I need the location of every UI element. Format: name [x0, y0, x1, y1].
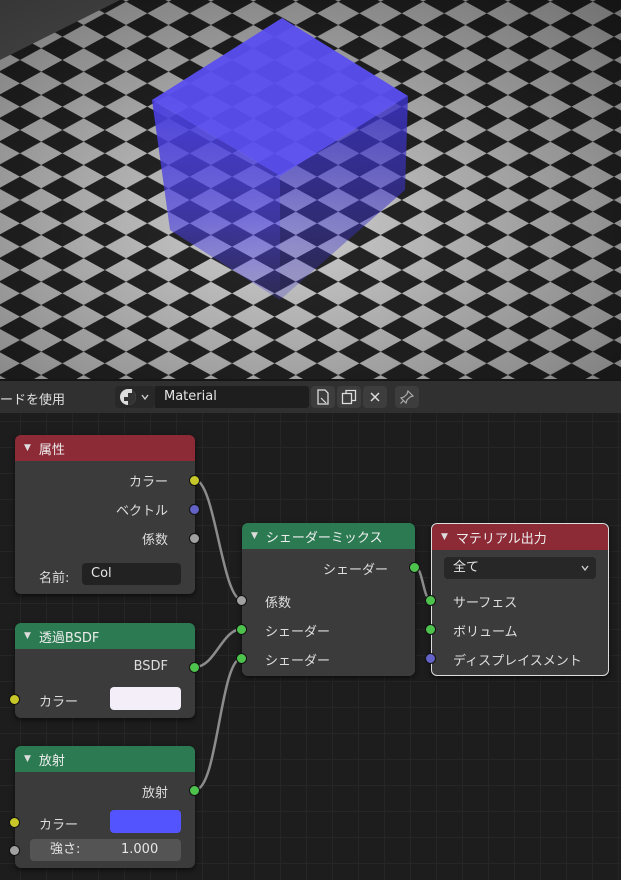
sphere-shading-icon: [120, 389, 136, 405]
output-input-volume-label: ボリューム: [453, 625, 518, 640]
mix-input-shader2-label: シェーダー: [265, 654, 331, 669]
output-target-value: 全て: [453, 560, 480, 575]
attribute-output-fac-label: 係数: [141, 533, 168, 548]
3d-viewport[interactable]: [0, 0, 621, 379]
emission-output-socket[interactable]: [189, 785, 200, 796]
emission-strength-label: 強さ:: [50, 842, 81, 857]
material-browse-button[interactable]: [115, 386, 155, 408]
mix-shader2-socket[interactable]: [236, 653, 247, 664]
transparent-color-input-socket[interactable]: [9, 694, 20, 705]
transparent-node-title: 透過BSDF: [38, 630, 100, 646]
transparent-bsdf-output-socket[interactable]: [189, 662, 200, 673]
mix-input-shader1-label: シェーダー: [265, 625, 331, 640]
emission-strength-input-socket[interactable]: [9, 845, 20, 856]
node-editor-header: ードを使用 Material: [0, 379, 621, 413]
emission-output-label: 放射: [141, 786, 168, 801]
emission-color-input-socket[interactable]: [9, 817, 20, 828]
link-attr-color-to-mix-fac: [194, 478, 243, 602]
attribute-output-vector-label: ベクトル: [115, 504, 168, 519]
attribute-vector-socket[interactable]: [189, 504, 200, 515]
viewport-render: [0, 0, 621, 379]
collapse-triangle-icon[interactable]: ▼: [24, 443, 31, 453]
output-input-surface-label: サーフェス: [453, 596, 518, 611]
use-nodes-label[interactable]: ードを使用: [0, 389, 65, 408]
duplicate-icon: [341, 389, 357, 405]
emission-color-label: カラー: [39, 818, 79, 833]
collapse-triangle-icon[interactable]: ▼: [24, 754, 31, 764]
mix-input-fac-label: 係数: [265, 596, 292, 611]
duplicate-material-button[interactable]: [337, 386, 361, 408]
emission-node[interactable]: ▼ 放射 放射 カラー 強さ: 1.000: [15, 746, 195, 868]
transparent-node-header[interactable]: ▼ 透過BSDF: [15, 623, 195, 649]
chevron-down-icon: [581, 565, 589, 572]
emission-strength-field[interactable]: 強さ: 1.000: [30, 839, 181, 861]
transparent-bsdf-node[interactable]: ▼ 透過BSDF BSDF カラー: [15, 623, 195, 718]
emission-node-title: 放射: [38, 753, 65, 769]
chevron-down-icon: [141, 394, 149, 401]
mix-shader-node[interactable]: ▼ シェーダーミックス シェーダー 係数 シェーダー シェーダー: [242, 523, 415, 676]
link-emission-to-mix-shader2: [194, 656, 243, 792]
material-output-node[interactable]: ▼ マテリアル出力 全て サーフェス ボリューム ディスプレイスメント: [431, 523, 609, 676]
mix-output-socket[interactable]: [409, 562, 420, 573]
collapse-triangle-icon[interactable]: ▼: [441, 532, 448, 542]
new-material-button[interactable]: [311, 386, 335, 408]
node-editor-canvas[interactable]: ▼ 属性 カラー ベクトル 係数 名前: Col ▼ 透過BSDF BSDF カ…: [0, 413, 621, 880]
output-volume-socket[interactable]: [425, 624, 436, 635]
output-surface-socket[interactable]: [425, 595, 436, 606]
attribute-name-label: 名前:: [39, 571, 70, 586]
transparent-color-swatch[interactable]: [110, 687, 181, 710]
output-target-select[interactable]: 全て: [444, 557, 596, 579]
transparent-color-label: カラー: [39, 695, 79, 710]
mix-shader1-socket[interactable]: [236, 624, 247, 635]
mix-node-title: シェーダーミックス: [265, 530, 383, 546]
close-icon: [370, 392, 380, 402]
attribute-node[interactable]: ▼ 属性 カラー ベクトル 係数 名前: Col: [15, 435, 195, 594]
mix-node-header[interactable]: ▼ シェーダーミックス: [242, 523, 415, 549]
emission-node-header[interactable]: ▼ 放射: [15, 746, 195, 772]
mix-output-label: シェーダー: [322, 563, 388, 578]
attribute-fac-socket[interactable]: [189, 533, 200, 544]
attribute-node-title: 属性: [38, 442, 65, 458]
output-node-title: マテリアル出力: [455, 531, 547, 547]
output-node-header[interactable]: ▼ マテリアル出力: [432, 524, 608, 550]
new-material-icon: [317, 389, 329, 405]
attribute-output-color-label: カラー: [128, 475, 168, 490]
pin-icon: [399, 389, 415, 405]
emission-strength-value: 1.000: [121, 842, 159, 857]
attribute-node-header[interactable]: ▼ 属性: [15, 435, 195, 461]
emission-color-swatch[interactable]: [110, 810, 181, 833]
unlink-material-button[interactable]: [363, 386, 387, 408]
transparent-output-label: BSDF: [133, 659, 168, 674]
material-name-field[interactable]: Material: [155, 386, 309, 408]
mix-fac-socket[interactable]: [236, 595, 247, 606]
attribute-color-socket[interactable]: [189, 475, 200, 486]
output-input-displacement-label: ディスプレイスメント: [453, 654, 582, 669]
pin-button[interactable]: [395, 386, 419, 408]
collapse-triangle-icon[interactable]: ▼: [251, 531, 258, 541]
attribute-name-field[interactable]: Col: [82, 563, 181, 585]
output-displacement-socket[interactable]: [425, 653, 436, 664]
collapse-triangle-icon[interactable]: ▼: [24, 631, 31, 641]
